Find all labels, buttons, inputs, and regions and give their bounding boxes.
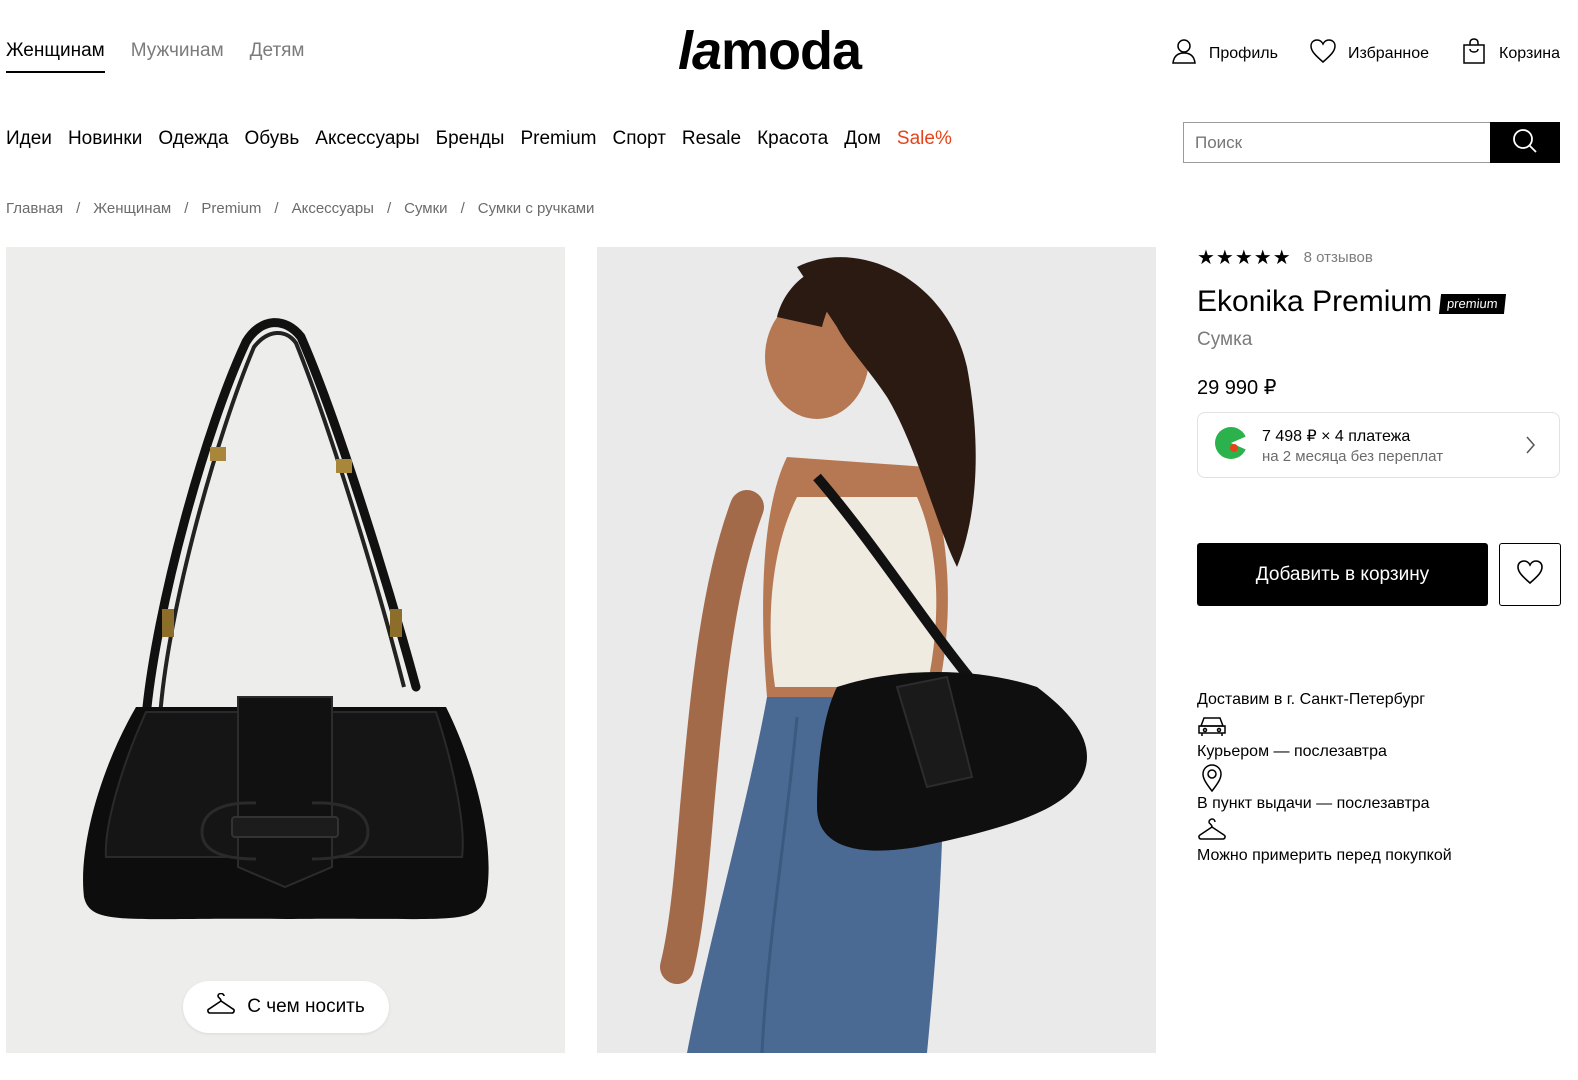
user-actions: Профиль Избранное Корзина [1169,36,1560,71]
product-info-panel: ★★★★★ 8 отзывов Ekonika Premium premium … [1197,240,1560,478]
category-nav: Идеи Новинки Одежда Обувь Аксессуары Бре… [6,128,952,150]
model-illustration [660,257,1087,1053]
lamoda-logo[interactable]: lamoda [678,20,862,82]
add-to-cart-button[interactable]: Добавить в корзину [1197,543,1488,606]
nav-sport[interactable]: Спорт [612,128,665,150]
premium-badge: premium [1439,294,1506,314]
nav-new[interactable]: Новинки [68,128,142,150]
delivery-city[interactable]: Доставим в г. Санкт-Петербург [1197,690,1452,710]
tab-men[interactable]: Мужчинам [131,40,224,73]
brand-row: Ekonika Premium premium [1197,285,1560,319]
user-icon [1169,36,1199,71]
product-photo-main[interactable] [6,247,565,1053]
delivery-info: Доставим в г. Санкт-Петербург Курьером —… [1197,690,1452,866]
profile-button[interactable]: Профиль [1169,36,1278,71]
nav-accessories[interactable]: Аксессуары [315,128,419,150]
product-type: Сумка [1197,329,1253,350]
favorites-label: Избранное [1347,44,1430,62]
delivery-tryon: Можно примерить перед покупкой [1197,847,1452,864]
tab-women[interactable]: Женщинам [6,40,105,73]
brand-name[interactable]: Ekonika Premium [1197,285,1432,319]
breadcrumb-bags[interactable]: Сумки [404,200,447,217]
breadcrumb-handle-bags[interactable]: Сумки с ручками [478,200,595,217]
nav-resale[interactable]: Resale [682,128,741,150]
split-payment-terms: на 2 месяца без переплат [1262,447,1444,465]
nav-brands[interactable]: Бренды [436,128,505,150]
map-pin-icon [1197,762,1452,794]
gender-tabs: Женщинам Мужчинам Детям [6,40,305,73]
cart-label: Корзина [1499,44,1560,62]
split-payment-text: 7 498 ₽ × 4 платежа на 2 месяца без пере… [1262,426,1443,465]
rating-stars: ★★★★★ [1197,247,1292,269]
split-payment-widget[interactable]: 7 498 ₽ × 4 платежа на 2 месяца без пере… [1197,412,1560,478]
logo-la: la [678,21,722,81]
search-button[interactable] [1490,122,1560,163]
breadcrumb-accessories[interactable]: Аксессуары [292,200,374,217]
search-icon [1512,128,1538,157]
split-payment-icon [1214,426,1248,465]
shopping-bag-icon [1459,36,1489,71]
search-input[interactable] [1183,122,1490,163]
profile-label: Профиль [1208,44,1278,62]
add-to-favorites-button[interactable] [1499,543,1561,606]
breadcrumb-separator: / [76,200,81,217]
breadcrumb-separator: / [184,200,189,217]
breadcrumb-separator: / [460,200,465,217]
search-bar [1183,122,1560,163]
heart-icon [1308,36,1338,71]
rating: ★★★★★ 8 отзывов [1197,245,1560,270]
product-price: 29 990 ₽ [1197,377,1277,399]
nav-shoes[interactable]: Обувь [245,128,300,150]
breadcrumb-separator: / [386,200,392,217]
breadcrumb-premium[interactable]: Premium [201,200,261,217]
cart-button[interactable]: Корзина [1459,36,1560,71]
nav-premium[interactable]: Premium [520,128,596,150]
tab-kids[interactable]: Детям [250,40,305,73]
delivery-courier: Курьером — послезавтра [1197,743,1387,760]
delivery-pickup: В пункт выдачи — послезавтра [1197,795,1430,812]
hanger-icon [207,992,236,1021]
breadcrumb-home[interactable]: Главная [6,200,63,217]
nav-home[interactable]: Дом [844,128,881,150]
split-payment-amount: 7 498 ₽ × 4 платежа [1262,427,1411,445]
purchase-actions: Добавить в корзину [1197,543,1561,606]
nav-sale[interactable]: Sale% [897,128,952,150]
breadcrumb-women[interactable]: Женщинам [93,200,171,217]
car-icon [1197,710,1452,742]
bag-illustration [83,318,489,920]
breadcrumb: Главная / Женщинам / Premium / Аксессуар… [6,200,594,217]
nav-clothing[interactable]: Одежда [158,128,228,150]
what-to-wear-button[interactable]: С чем носить [183,981,389,1033]
nav-ideas[interactable]: Идеи [6,128,52,150]
breadcrumb-separator: / [274,200,279,217]
heart-icon [1516,559,1544,590]
product-photo-model[interactable] [597,247,1156,1053]
chevron-right-icon [1525,434,1537,461]
logo-moda: moda [721,21,862,81]
nav-beauty[interactable]: Красота [757,128,828,150]
reviews-link[interactable]: 8 отзывов [1304,249,1373,266]
what-to-wear-label: С чем носить [247,996,365,1017]
top-bar: Женщинам Мужчинам Детям lamoda Профиль И… [0,0,1578,100]
hanger-icon [1197,814,1452,846]
favorites-button[interactable]: Избранное [1308,36,1429,71]
